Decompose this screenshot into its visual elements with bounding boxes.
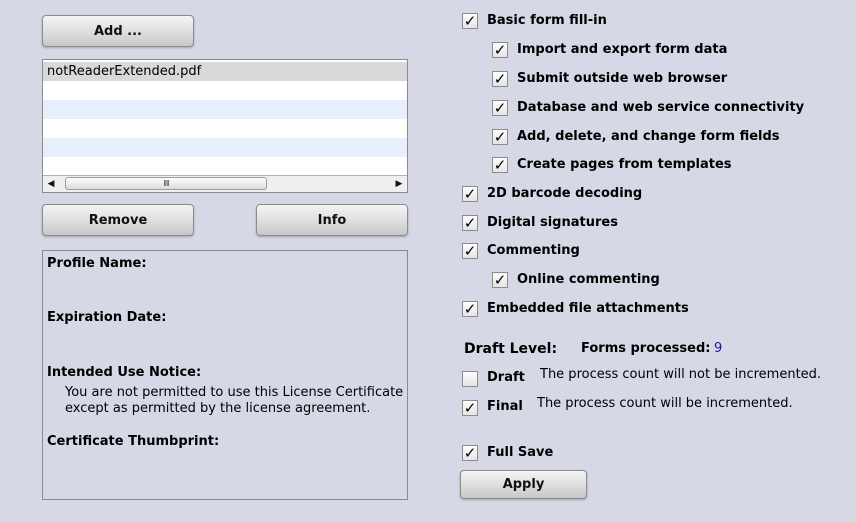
intended-use-text-line1: You are not permitted to use this Licens… <box>65 385 404 400</box>
full-save-label: Full Save <box>487 445 554 460</box>
list-empty-row <box>43 119 407 138</box>
create-pages-from-templates-label: Create pages from templates <box>517 157 732 172</box>
checkbox-draft[interactable] <box>462 371 478 387</box>
scroll-left-arrow-icon[interactable]: ◀ <box>43 176 59 192</box>
checkbox-2d-barcode-decoding[interactable]: ✓ <box>462 186 478 202</box>
checkbox-create-pages-from-templates[interactable]: ✓ <box>492 157 508 173</box>
intended-use-text-line2: except as permitted by the license agree… <box>65 401 371 416</box>
import-export-form-data-label: Import and export form data <box>517 42 728 57</box>
expiration-date-label: Expiration Date: <box>47 310 167 325</box>
embedded-file-attachments-label: Embedded file attachments <box>487 301 689 316</box>
list-item[interactable]: notReaderExtended.pdf <box>43 62 407 81</box>
certificate-thumbprint-label: Certificate Thumbprint: <box>47 434 220 449</box>
checkbox-final[interactable]: ✓ <box>462 400 478 416</box>
final-option-label: Final <box>487 399 523 414</box>
commenting-label: Commenting <box>487 243 580 258</box>
digital-signatures-label: Digital signatures <box>487 215 618 230</box>
info-button[interactable]: Info <box>256 204 408 236</box>
checkbox-online-commenting[interactable]: ✓ <box>492 272 508 288</box>
profile-name-label: Profile Name: <box>47 256 147 271</box>
draft-option-label: Draft <box>487 370 525 385</box>
checkbox-digital-signatures[interactable]: ✓ <box>462 215 478 231</box>
checkbox-full-save[interactable]: ✓ <box>462 445 478 461</box>
submit-outside-web-browser-label: Submit outside web browser <box>517 71 728 86</box>
certificate-info-panel: Profile Name: Expiration Date: Intended … <box>42 250 408 500</box>
list-empty-row <box>43 157 407 176</box>
horizontal-scrollbar[interactable]: ◀ IIII ▶ <box>43 175 407 192</box>
checkbox-commenting[interactable]: ✓ <box>462 243 478 259</box>
intended-use-label: Intended Use Notice: <box>47 365 202 380</box>
draft-option-description: The process count will not be incremente… <box>540 367 822 382</box>
draft-level-title: Draft Level: <box>464 341 558 357</box>
file-list[interactable]: notReaderExtended.pdf ◀ IIII ▶ <box>42 59 408 193</box>
database-web-service-label: Database and web service connectivity <box>517 100 805 115</box>
checkbox-database-web-service[interactable]: ✓ <box>492 100 508 116</box>
list-empty-row <box>43 100 407 119</box>
checkbox-add-delete-change-fields[interactable]: ✓ <box>492 129 508 145</box>
forms-processed-value: 9 <box>714 341 723 356</box>
online-commenting-label: Online commenting <box>517 272 660 287</box>
checkbox-import-export-form-data[interactable]: ✓ <box>492 42 508 58</box>
scrollbar-thumb[interactable]: IIII <box>65 177 267 190</box>
final-option-description: The process count will be incremented. <box>537 396 793 411</box>
scroll-right-arrow-icon[interactable]: ▶ <box>391 176 407 192</box>
basic-form-fill-in-label: Basic form fill-in <box>487 13 607 28</box>
checkbox-embedded-file-attachments[interactable]: ✓ <box>462 301 478 317</box>
checkbox-basic-form-fill-in[interactable]: ✓ <box>462 13 478 29</box>
forms-processed-label: Forms processed: <box>581 341 711 356</box>
add-delete-change-fields-label: Add, delete, and change form fields <box>517 129 780 144</box>
apply-button[interactable]: Apply <box>460 470 587 499</box>
remove-button[interactable]: Remove <box>42 204 194 236</box>
checkbox-submit-outside-web-browser[interactable]: ✓ <box>492 71 508 87</box>
list-empty-row <box>43 81 407 100</box>
list-empty-row <box>43 138 407 157</box>
2d-barcode-decoding-label: 2D barcode decoding <box>487 186 643 201</box>
add-button[interactable]: Add ... <box>42 15 194 47</box>
